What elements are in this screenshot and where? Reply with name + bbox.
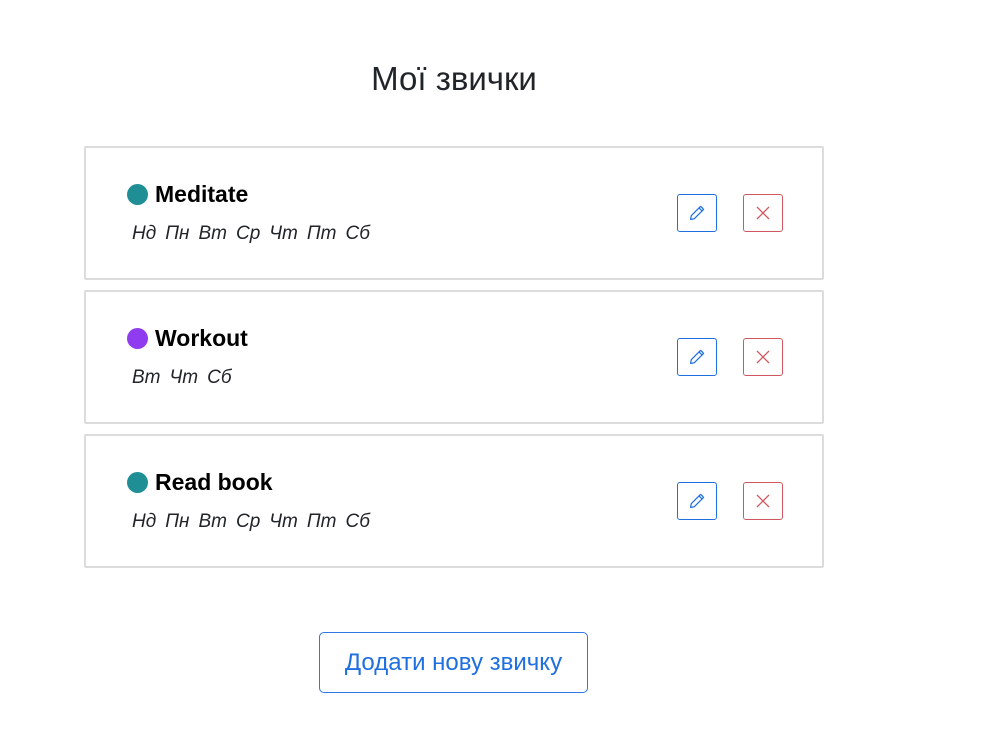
- habit-days: Нд Пн Вт Ср Чт Пт Сб: [132, 510, 379, 534]
- habit-day: Пн: [165, 511, 190, 532]
- habit-day: Сб: [345, 223, 370, 244]
- page-title: Мої звички: [371, 60, 537, 97]
- habit-day: Ср: [235, 511, 261, 532]
- delete-habit-button[interactable]: [743, 338, 783, 376]
- habit-day: Нд: [132, 511, 157, 532]
- habit-day: Чт: [169, 367, 199, 388]
- delete-habit-button[interactable]: [743, 194, 783, 232]
- habit-day: Пт: [306, 511, 337, 532]
- close-icon: [756, 206, 770, 220]
- habit-header: Meditate: [127, 179, 248, 209]
- pencil-icon: [689, 349, 705, 365]
- habit-day: Вт: [132, 367, 161, 388]
- habit-header: Workout: [127, 323, 248, 353]
- edit-habit-button[interactable]: [677, 338, 717, 376]
- habit-day: Нд: [132, 223, 157, 244]
- pencil-icon: [689, 493, 705, 509]
- habit-day: Сб: [207, 367, 232, 388]
- habit-day: Сб: [345, 511, 370, 532]
- habit-day: Пт: [306, 223, 337, 244]
- habit-list: Meditate Нд Пн Вт Ср Чт Пт Сб Workout Вт…: [84, 146, 824, 578]
- habit-name: Workout: [155, 325, 248, 351]
- habit-card: Workout Вт Чт Сб: [84, 290, 824, 424]
- edit-habit-button[interactable]: [677, 194, 717, 232]
- delete-habit-button[interactable]: [743, 482, 783, 520]
- edit-habit-button[interactable]: [677, 482, 717, 520]
- habit-name: Meditate: [155, 181, 249, 207]
- habit-day: Ср: [235, 223, 261, 244]
- habit-color-dot: [127, 471, 148, 493]
- habit-color-dot: [127, 327, 148, 349]
- habit-day: Вт: [198, 511, 227, 532]
- pencil-icon: [689, 205, 705, 221]
- habit-day: Чт: [269, 511, 298, 532]
- habits-page: Мої звички Meditate Нд Пн Вт Ср Чт Пт Сб: [0, 0, 988, 741]
- habit-day: Пн: [165, 223, 190, 244]
- habit-card: Read book Нд Пн Вт Ср Чт Пт Сб: [84, 434, 824, 568]
- close-icon: [756, 494, 770, 508]
- habit-card: Meditate Нд Пн Вт Ср Чт Пт Сб: [84, 146, 824, 280]
- habit-name: Read book: [155, 469, 273, 495]
- habit-day: Вт: [198, 223, 227, 244]
- habit-day: Чт: [269, 223, 298, 244]
- habit-days: Вт Чт Сб: [132, 366, 241, 390]
- add-habit-button[interactable]: Додати нову звичку: [319, 632, 588, 693]
- habit-days: Нд Пн Вт Ср Чт Пт Сб: [132, 222, 379, 246]
- habit-header: Read book: [127, 467, 273, 497]
- habit-color-dot: [127, 183, 148, 205]
- close-icon: [756, 350, 770, 364]
